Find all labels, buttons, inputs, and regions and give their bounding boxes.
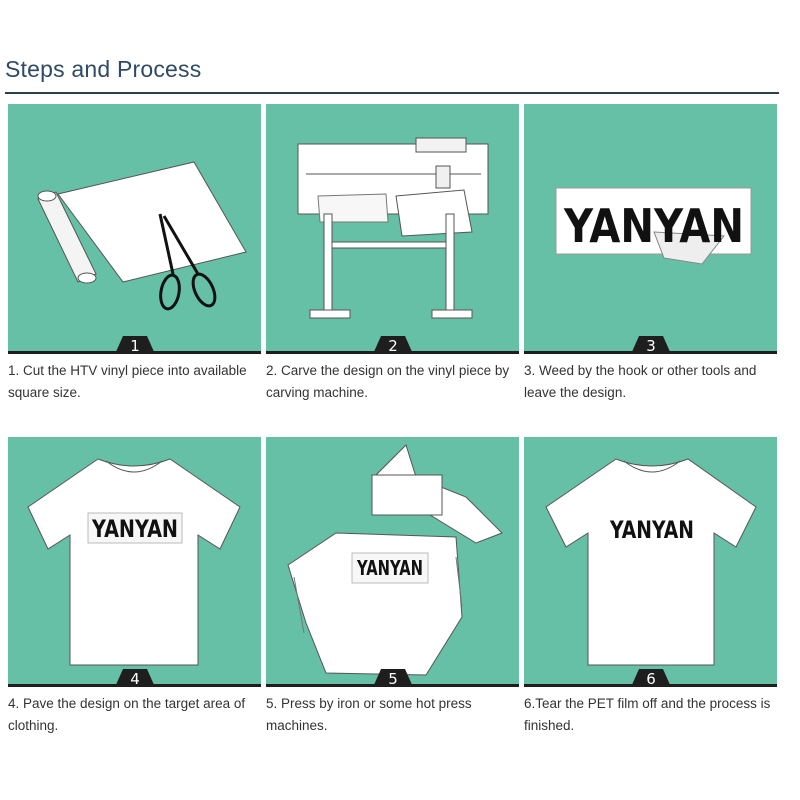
heat-press-illustration: YANYAN — [287, 444, 503, 676]
step-6-image: YANYAN 6 — [524, 437, 777, 687]
step-2-image: 2 — [266, 104, 519, 354]
step-2-number: 2 — [388, 337, 398, 354]
step-4-caption: 4. Pave the design on the target area of… — [8, 696, 246, 733]
title-divider — [5, 92, 779, 94]
carving-machine-illustration — [297, 137, 489, 319]
step-6-number: 6 — [646, 670, 656, 687]
step-4-image: YANYAN 4 — [8, 437, 261, 687]
step-6-design-text: YANYAN — [609, 516, 694, 544]
step-1-number-tab: 1 — [115, 336, 155, 354]
tshirt-illustration: YANYAN — [27, 458, 241, 666]
step-4-number: 4 — [130, 670, 140, 687]
step-4-number-tab: 4 — [115, 669, 155, 687]
weeding-illustration: YANYAN — [555, 187, 752, 265]
step-6-caption: 6.Tear the PET film off and the process … — [524, 696, 771, 733]
finished-tshirt-illustration: YANYAN — [545, 458, 757, 666]
step-4-design-text: YANYAN — [91, 515, 178, 543]
step-3-image: YANYAN 3 — [524, 104, 777, 354]
step-1-number: 1 — [130, 337, 140, 354]
step-3-caption: 3. Weed by the hook or other tools and l… — [524, 363, 757, 400]
step-1-caption: 1. Cut the HTV vinyl piece into availabl… — [8, 363, 247, 400]
page-title: Steps and Process — [5, 56, 202, 82]
step-5-number: 5 — [388, 670, 398, 687]
step-3-number-tab: 3 — [631, 336, 671, 354]
step-5-number-tab: 5 — [373, 669, 413, 687]
step-2-caption: 2. Carve the design on the vinyl piece b… — [266, 363, 510, 400]
step-3-design-text: YANYAN — [563, 199, 744, 253]
step-3-number: 3 — [646, 337, 656, 354]
step-5-image: YANYAN 5 — [266, 437, 519, 687]
step-5-caption: 5. Press by iron or some hot press machi… — [266, 696, 472, 733]
step-5-design-text: YANYAN — [356, 556, 423, 580]
step-1-image: 1 — [8, 104, 261, 354]
step-6-number-tab: 6 — [631, 669, 671, 687]
vinyl-scissors-illustration — [37, 161, 247, 311]
step-2-number-tab: 2 — [373, 336, 413, 354]
